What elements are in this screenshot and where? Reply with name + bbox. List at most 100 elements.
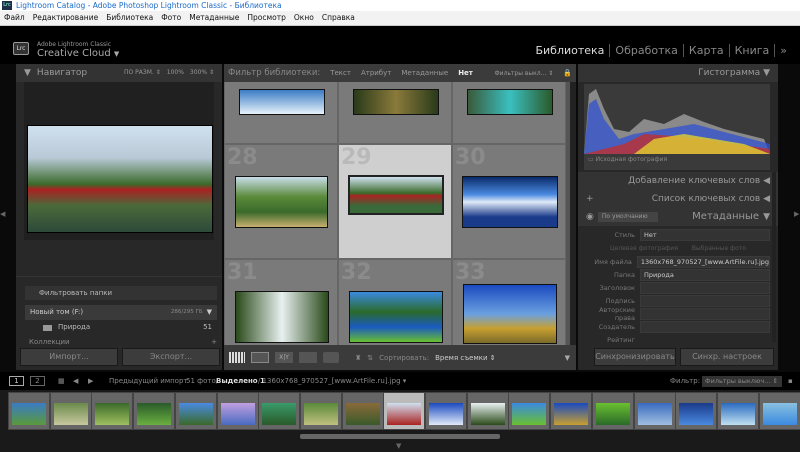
filmstrip-thumbnail[interactable]	[592, 392, 634, 430]
filmstrip-thumbnail[interactable]	[217, 392, 259, 430]
filter-none[interactable]: Нет	[458, 69, 473, 77]
forward-arrow-icon[interactable]: ▶	[88, 372, 93, 390]
sync-button[interactable]: Синхронизировать	[594, 348, 676, 366]
filmstrip-thumbnail[interactable]	[175, 392, 217, 430]
filmstrip-thumbnail[interactable]	[342, 392, 384, 430]
selected-filename[interactable]: / 1360x768_970527_[www.ArtFile.ru].jpg ▾	[258, 372, 406, 390]
tab-selected-photos[interactable]: Выбранные фото	[692, 245, 746, 252]
back-arrow-icon[interactable]: ◀	[73, 372, 78, 390]
original-photo-toggle[interactable]: ▭ Исходная фотография	[584, 156, 770, 163]
sync-settings-button[interactable]: Синхр. настроек	[680, 348, 774, 366]
sort-direction-icon[interactable]: ⇅	[367, 354, 373, 362]
metadata-header[interactable]: ◉ По умолчанию Метаданные ▼	[578, 208, 778, 226]
main-screen-button[interactable]: 1	[9, 376, 24, 386]
filmstrip-thumbnail[interactable]	[675, 392, 717, 430]
loupe-view-icon[interactable]	[251, 352, 269, 363]
caption-field[interactable]	[640, 295, 770, 307]
menu-metadata[interactable]: Метаданные	[185, 11, 243, 25]
more-modules[interactable]: »	[775, 44, 792, 57]
second-screen-button[interactable]: 2	[30, 376, 45, 386]
grid-cell[interactable]	[224, 82, 338, 144]
menu-edit[interactable]: Редактирование	[29, 11, 102, 25]
chevron-down-icon[interactable]: ▼	[114, 50, 119, 58]
module-develop[interactable]: Обработка	[610, 44, 683, 57]
filmstrip-thumbnail[interactable]	[717, 392, 759, 430]
navigator-header[interactable]: ▼ Навигатор ПО РАЗМ. ⇕ 100% 300% ⇕	[16, 64, 222, 82]
grid-cell[interactable]: 33	[452, 259, 566, 345]
compare-view-icon[interactable]: X|Y	[275, 352, 293, 363]
survey-view-icon[interactable]	[299, 352, 317, 363]
filmstrip-thumbnail[interactable]	[425, 392, 467, 430]
filmstrip-thumbnail[interactable]	[258, 392, 300, 430]
filmstrip-thumbnail[interactable]	[50, 392, 92, 430]
export-button[interactable]: Экспорт...	[122, 348, 220, 366]
sort-select[interactable]: Время съемки ⇕	[435, 354, 496, 362]
add-keyword-button[interactable]: +	[586, 190, 594, 208]
navigator-preview-area[interactable]	[24, 82, 214, 240]
zoom-300[interactable]: 300% ⇕	[190, 64, 214, 82]
menu-library[interactable]: Библиотека	[102, 11, 157, 25]
filename-field[interactable]: 1360x768_970527_[www.ArtFile.ru].jpg	[637, 256, 770, 268]
filmstrip-thumbnail[interactable]	[383, 392, 425, 430]
volume-row[interactable]: Новый том (F:) 286/295 ГБ▼	[25, 305, 217, 320]
grid-icon[interactable]: ▦	[58, 372, 65, 390]
grid-cell-selected[interactable]: 29	[338, 144, 452, 259]
filmstrip-thumbnail[interactable]	[634, 392, 676, 430]
module-library[interactable]: Библиотека	[530, 44, 610, 57]
copyright-field[interactable]	[640, 308, 770, 320]
keyword-list-header[interactable]: +Список ключевых слов ◀	[578, 190, 778, 208]
filmstrip-scrollbar[interactable]	[300, 434, 500, 439]
tab-target-photo[interactable]: Целевая фотография	[610, 245, 678, 252]
filter-preset-select[interactable]: Фильтры выкл... ⇕	[495, 70, 554, 77]
import-button[interactable]: Импорт...	[20, 348, 118, 366]
filmstrip-thumbnail[interactable]	[508, 392, 550, 430]
source-label[interactable]: Предыдущий импорт	[109, 372, 188, 390]
module-map[interactable]: Карта	[684, 44, 730, 57]
filter-metadata[interactable]: Метаданные	[401, 69, 448, 77]
folder-row[interactable]: Природа 51	[25, 321, 217, 334]
menu-window[interactable]: Окно	[290, 11, 318, 25]
grid-view-icon[interactable]	[229, 352, 245, 363]
title-field[interactable]	[640, 282, 770, 294]
menu-file[interactable]: Файл	[0, 11, 29, 25]
menu-photo[interactable]: Фото	[157, 11, 185, 25]
filmstrip-filter-select[interactable]: Фильтры выключ... ⇕	[702, 376, 782, 387]
filter-attribute[interactable]: Атрибут	[361, 69, 391, 77]
style-select[interactable]: Нет	[640, 229, 770, 241]
grid-cell[interactable]: 30	[452, 144, 566, 259]
filmstrip-thumbnail[interactable]	[300, 392, 342, 430]
zoom-100[interactable]: 100%	[167, 64, 184, 82]
zoom-fit[interactable]: ПО РАЗМ. ⇕	[124, 64, 161, 82]
toolbar-menu-icon[interactable]: ▼	[565, 354, 570, 362]
brand-line2[interactable]: Creative Cloud ▼	[37, 48, 119, 59]
lock-icon[interactable]: ▪	[788, 372, 793, 390]
creator-field[interactable]	[640, 321, 770, 333]
collections-header[interactable]: Коллекции+	[25, 338, 217, 346]
filmstrip-thumbnail[interactable]	[8, 392, 50, 430]
grid-scrollbar[interactable]	[570, 82, 576, 345]
right-panel-scrollbar[interactable]	[772, 172, 776, 342]
metadata-preset-select[interactable]: По умолчанию	[598, 212, 658, 222]
folder-field[interactable]: Природа	[640, 269, 770, 281]
filmstrip-thumbnail[interactable]	[91, 392, 133, 430]
filmstrip-thumbnail[interactable]	[133, 392, 175, 430]
grid-cell[interactable]: 28	[224, 144, 338, 259]
right-panel-toggle-icon[interactable]: ▶	[794, 210, 800, 220]
people-view-icon[interactable]	[323, 352, 339, 363]
left-panel-toggle-icon[interactable]: ◀	[0, 210, 6, 220]
triangle-down-icon[interactable]: ▼	[207, 305, 212, 320]
lock-icon[interactable]: 🔒	[563, 69, 572, 77]
filmstrip-thumbnail[interactable]	[759, 392, 800, 430]
add-collection-button[interactable]: +	[211, 338, 217, 346]
filmstrip-toggle-icon[interactable]: ▼	[396, 442, 401, 450]
filmstrip-thumbnail[interactable]	[550, 392, 592, 430]
keywording-header[interactable]: Добавление ключевых слов ◀	[578, 172, 778, 190]
filter-folders-input[interactable]: Фильтровать папки	[25, 286, 217, 300]
grid-cell[interactable]: 32	[338, 259, 452, 345]
grid-cell[interactable]	[338, 82, 452, 144]
histogram-header[interactable]: Гистограмма ▼	[578, 64, 778, 82]
filmstrip-thumbnail[interactable]	[467, 392, 509, 430]
module-book[interactable]: Книга	[730, 44, 776, 57]
menu-view[interactable]: Просмотр	[243, 11, 290, 25]
menu-help[interactable]: Справка	[318, 11, 359, 25]
